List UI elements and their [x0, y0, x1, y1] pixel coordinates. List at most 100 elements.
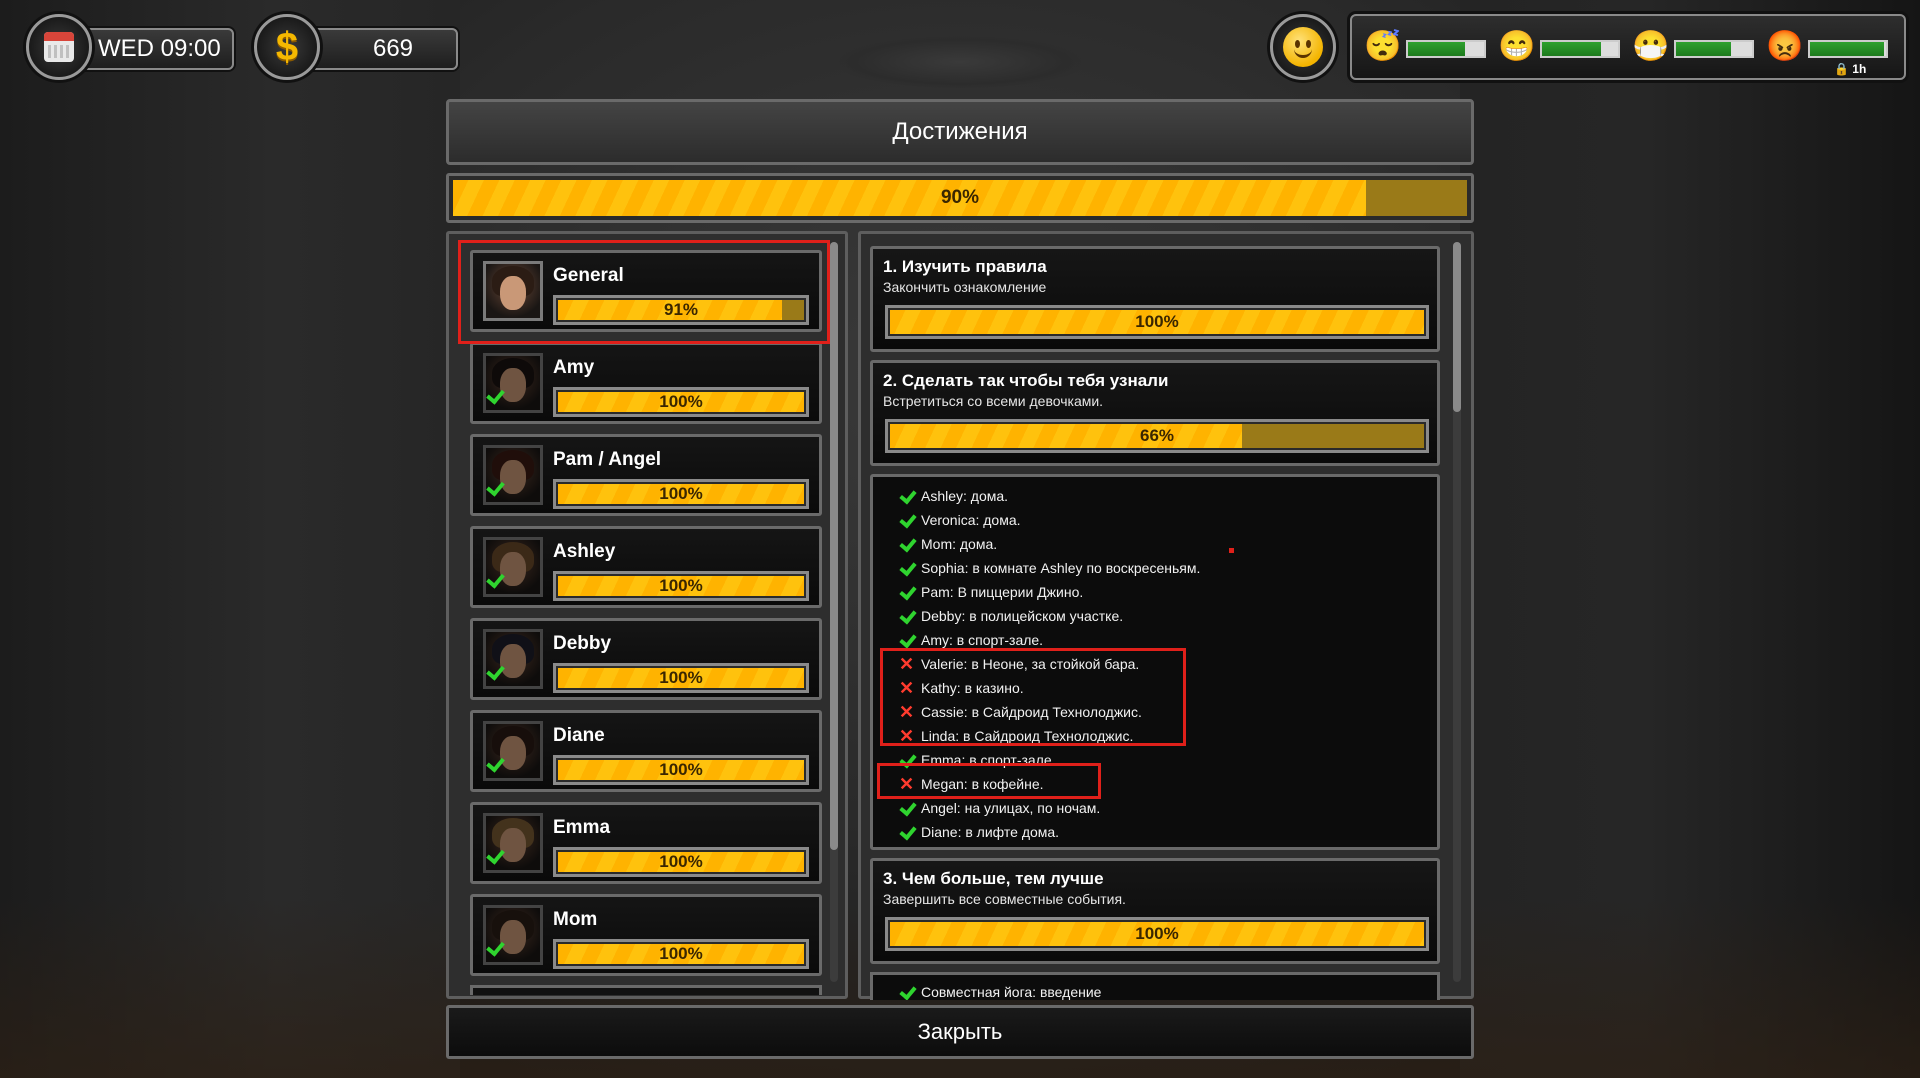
- missing-girls-highlight-frame: [880, 648, 1186, 746]
- achievement-card[interactable]: 3. Чем больше, тем лучше Завершить все с…: [870, 858, 1440, 964]
- list-item: Debby: в полицейском участке.: [899, 605, 1123, 627]
- list-item: Совместная йога: введение: [899, 981, 1101, 1000]
- character-name: Mom: [553, 909, 598, 930]
- check-icon: [899, 799, 915, 815]
- requirement-text: Mom: дома.: [921, 536, 998, 552]
- achievement-card[interactable]: 1. Изучить правила Закончить ознакомлени…: [870, 246, 1440, 352]
- achievement-list-scroll-thumb[interactable]: [1453, 242, 1461, 412]
- achievement-list-scrollbar[interactable]: [1453, 242, 1461, 982]
- list-item: Veronica: дома.: [899, 509, 1021, 531]
- achievement-card[interactable]: 2. Сделать так чтобы тебя узнали Встрети…: [870, 360, 1440, 466]
- total-progress-label: 90%: [940, 187, 980, 208]
- requirement-text: Совместная йога: введение: [921, 984, 1102, 1000]
- character-card-debby[interactable]: Debby 100%: [470, 618, 822, 700]
- requirement-text: Diane: в лифте дома.: [921, 824, 1060, 840]
- grinning-face-icon: 😁: [1498, 30, 1536, 63]
- character-progress-label: 100%: [659, 668, 703, 687]
- list-item: Ashley: дома.: [899, 485, 1008, 507]
- check-icon: [899, 983, 915, 999]
- needs-panel: 😴 😁 😷 😡: [1350, 14, 1906, 80]
- achievement-description: Закончить ознакомление: [883, 279, 1047, 295]
- smiley-face-icon: [1283, 27, 1323, 67]
- calendar-button[interactable]: [26, 14, 92, 80]
- character-name: Diane: [553, 725, 605, 746]
- character-progress-label: 100%: [659, 760, 703, 779]
- check-icon: [487, 477, 505, 495]
- requirement-text: Debby: в полицейском участке.: [921, 608, 1124, 624]
- character-card-partial: [470, 985, 822, 995]
- character-name: Pam / Angel: [553, 449, 662, 470]
- character-list-scroll-thumb[interactable]: [830, 242, 838, 850]
- achievement-progress-label: 100%: [1135, 312, 1179, 331]
- check-icon: [899, 487, 915, 503]
- character-progress-bar: 100%: [553, 387, 809, 417]
- avatar: [483, 537, 543, 597]
- check-icon: [487, 845, 505, 863]
- character-card-emma[interactable]: Emma 100%: [470, 802, 822, 884]
- need-sleep-fill: [1408, 42, 1465, 56]
- close-button[interactable]: Закрыть: [446, 1005, 1474, 1059]
- requirement-text: Sophia: в комнате Ashley по воскресеньям…: [921, 560, 1201, 576]
- achievement-title: 1. Изучить правила: [883, 257, 1047, 276]
- check-icon: [899, 535, 915, 551]
- character-progress-label: 100%: [659, 576, 703, 595]
- character-card-mom[interactable]: Mom 100%: [470, 894, 822, 976]
- achievement-subitem-partial: Совместная йога: введение: [870, 972, 1440, 1000]
- datetime-text: WED 09:00: [98, 35, 221, 62]
- mask-face-icon: 😷: [1632, 30, 1670, 63]
- avatar: [483, 905, 543, 965]
- character-card-ashley[interactable]: Ashley 100%: [470, 526, 822, 608]
- list-item: Diane: в лифте дома.: [899, 821, 1059, 843]
- check-icon: [487, 937, 505, 955]
- avatar: [483, 445, 543, 505]
- money-button[interactable]: $: [254, 14, 320, 80]
- total-progress-bar: 90%: [446, 173, 1474, 223]
- requirement-text: Ashley: дома.: [921, 488, 1009, 504]
- check-icon: [899, 607, 915, 623]
- mood-button[interactable]: [1270, 14, 1336, 80]
- achievement-progress-bar: 100%: [885, 305, 1429, 339]
- check-icon: [899, 559, 915, 575]
- check-icon: [487, 753, 505, 771]
- achievement-progress-label: 66%: [1139, 426, 1175, 445]
- need-anger-fill: [1810, 42, 1885, 56]
- character-name: Amy: [553, 357, 595, 378]
- check-icon: [899, 511, 915, 527]
- red-marker-dot: [1229, 548, 1234, 553]
- character-list-scrollbar[interactable]: [830, 242, 838, 982]
- avatar: [483, 813, 543, 873]
- character-card-diane[interactable]: Diane 100%: [470, 710, 822, 792]
- need-fun-bar: [1540, 40, 1620, 58]
- character-name: Emma: [553, 817, 611, 838]
- lock-timer-text: 🔒 1h: [1834, 62, 1867, 76]
- requirement-text: Veronica: дома.: [921, 512, 1021, 528]
- avatar: [483, 353, 543, 413]
- need-health-bar: [1674, 40, 1754, 58]
- character-card-amy[interactable]: Amy 100%: [470, 342, 822, 424]
- need-sleep-bar: [1406, 40, 1486, 58]
- achievement-progress-bar: 100%: [885, 917, 1429, 951]
- megan-highlight-frame: [877, 763, 1101, 799]
- character-progress-label: 100%: [659, 484, 703, 503]
- angry-face-icon: 😡: [1766, 30, 1804, 63]
- list-item: Sophia: в комнате Ashley по воскресеньям…: [899, 557, 1200, 579]
- achievement-progress-bar: 66%: [885, 419, 1429, 453]
- character-progress-bar: 100%: [553, 847, 809, 877]
- achievement-title: 2. Сделать так чтобы тебя узнали: [883, 371, 1169, 390]
- dollar-icon: $: [275, 25, 299, 69]
- list-item: Pam: В пиццерии Джино.: [899, 581, 1083, 603]
- achievement-description: Встретиться со всеми девочками.: [883, 393, 1104, 409]
- achievement-progress-label: 100%: [1135, 924, 1179, 943]
- calendar-icon: [44, 32, 74, 62]
- character-card-pam-angel[interactable]: Pam / Angel 100%: [470, 434, 822, 516]
- check-icon: [899, 823, 915, 839]
- ceiling-lamp: [835, 36, 1085, 88]
- character-progress-bar: 100%: [553, 939, 809, 969]
- general-highlight-frame: [458, 240, 830, 344]
- achievement-description: Завершить все совместные события.: [883, 891, 1126, 907]
- need-anger-bar: [1808, 40, 1888, 58]
- requirement-text: Angel: на улицах, по ночам.: [921, 800, 1101, 816]
- check-icon: [899, 583, 915, 599]
- check-icon: [487, 385, 505, 403]
- check-icon: [487, 661, 505, 679]
